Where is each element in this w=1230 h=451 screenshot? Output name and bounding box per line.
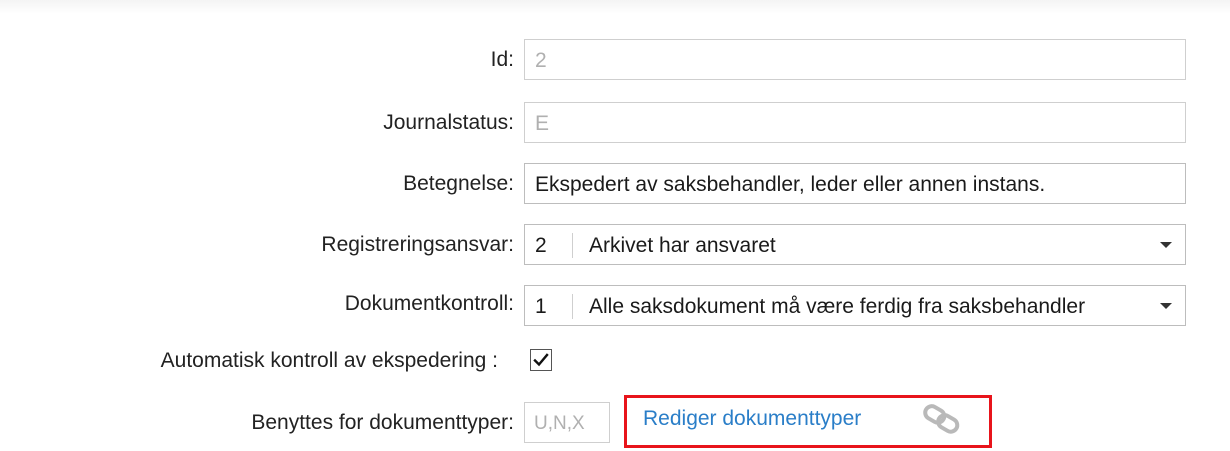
dokumentkontroll-code: 1 [535, 295, 547, 318]
id-field[interactable]: 2 [524, 39, 1186, 80]
select-separator [572, 294, 573, 319]
checkmark-icon [533, 353, 549, 367]
betegnelse-value: Ekspedert av saksbehandler, leder eller … [535, 173, 1046, 196]
chevron-down-icon[interactable] [1160, 242, 1172, 248]
chevron-down-icon[interactable] [1160, 303, 1172, 309]
dokumentkontroll-text: Alle saksdokument må være ferdig fra sak… [589, 295, 1086, 318]
registreringsansvar-text: Arkivet har ansvaret [589, 234, 776, 257]
registreringsansvar-code: 2 [535, 234, 547, 257]
journalstatus-value: E [535, 112, 550, 135]
journalstatus-field[interactable]: E [524, 102, 1186, 143]
benyttes-field[interactable]: U,N,X [524, 402, 610, 443]
id-label: Id: [490, 48, 514, 71]
betegnelse-label: Betegnelse: [403, 172, 514, 195]
benyttes-value: U,N,X [534, 413, 585, 434]
dokumentkontroll-label: Dokumentkontroll: [344, 292, 514, 315]
automatisk-kontroll-label: Automatisk kontroll av ekspedering : [160, 349, 498, 372]
dokumentkontroll-select[interactable]: 1 Alle saksdokument må være ferdig fra s… [524, 285, 1186, 326]
benyttes-label: Benyttes for dokumenttyper: [251, 411, 514, 434]
automatisk-kontroll-checkbox[interactable] [530, 349, 552, 371]
id-value: 2 [535, 49, 547, 72]
registreringsansvar-label: Registreringsansvar: [321, 233, 514, 256]
betegnelse-field[interactable]: Ekspedert av saksbehandler, leder eller … [524, 163, 1186, 204]
journalstatus-label: Journalstatus: [383, 111, 514, 134]
rediger-dokumenttyper-link[interactable]: Rediger dokumenttyper [643, 407, 861, 431]
top-divider [0, 0, 1230, 14]
registreringsansvar-select[interactable]: 2 Arkivet har ansvaret [524, 224, 1186, 265]
select-separator [572, 233, 573, 258]
link-chain-icon[interactable] [920, 403, 968, 442]
